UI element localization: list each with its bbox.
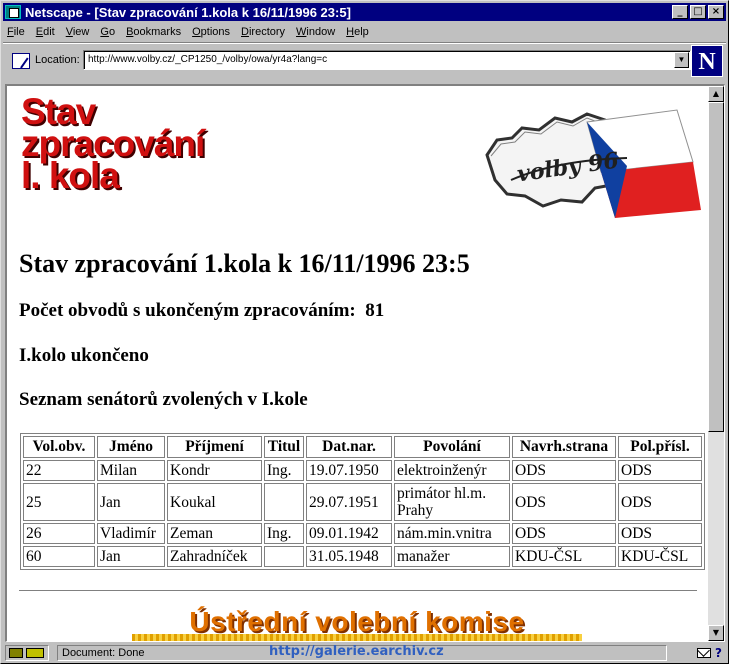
col-povolani: Povolání xyxy=(394,436,510,458)
cell-jmeno: Vladimír xyxy=(97,523,165,544)
cell-povolani: manažer xyxy=(394,546,510,567)
senators-list-title: Seznam senátorů zvolených v I.kole xyxy=(19,389,308,410)
cell-dat-nar: 31.05.1948 xyxy=(306,546,392,567)
cell-vol-obv: 22 xyxy=(23,460,95,481)
mail-icon[interactable] xyxy=(697,648,712,658)
cell-dat-nar: 29.07.1951 xyxy=(306,483,392,521)
location-url-text: http://www.volby.cz/_CP1250_/volby/owa/y… xyxy=(88,54,328,65)
cell-prijmeni: Zeman xyxy=(167,523,262,544)
cell-navrh-strana: ODS xyxy=(512,460,616,481)
round-status: I.kolo ukončeno xyxy=(19,345,149,366)
obvody-value: 81 xyxy=(365,300,385,321)
obvody-label: Počet obvodů s ukončeným zpracováním: xyxy=(19,300,356,321)
col-prijmeni: Příjmení xyxy=(167,436,262,458)
help-icon[interactable]: ? xyxy=(715,646,722,660)
page-content: Stav zpracování l. kola volby 96 Stav zp… xyxy=(5,84,725,642)
senators-table: Vol.obv. Jméno Příjmení Titul Dat.nar. P… xyxy=(20,433,705,570)
netscape-window: Netscape - [Stav zpracování 1.kola k 16/… xyxy=(0,0,729,664)
cell-pol-prisl: KDU-ČSL xyxy=(618,546,702,567)
close-button[interactable]: × xyxy=(708,5,724,19)
cell-povolani: nám.min.vnitra xyxy=(394,523,510,544)
table-row: 60 Jan Zahradníček 31.05.1948 manažer KD… xyxy=(23,546,702,567)
cell-navrh-strana: ODS xyxy=(512,483,616,521)
menu-edit[interactable]: Edit xyxy=(36,23,55,41)
scroll-thumb[interactable] xyxy=(708,102,724,432)
cell-pol-prisl: ODS xyxy=(618,483,702,521)
location-url-input[interactable]: http://www.volby.cz/_CP1250_/volby/owa/y… xyxy=(83,50,691,70)
location-bar: Location: http://www.volby.cz/_CP1250_/v… xyxy=(3,45,726,83)
netscape-throbber-logo[interactable]: N xyxy=(691,45,723,77)
scroll-up-button[interactable]: ▲ xyxy=(708,86,724,102)
cell-vol-obv: 25 xyxy=(23,483,95,521)
cell-jmeno: Jan xyxy=(97,483,165,521)
obvody-line: Počet obvodů s ukončeným zpracováním: 81 xyxy=(19,300,384,322)
status-tray: ? xyxy=(672,645,722,661)
menu-view[interactable]: View xyxy=(66,23,90,41)
col-pol-prisl: Pol.přísl. xyxy=(618,436,702,458)
scroll-down-button[interactable]: ▼ xyxy=(708,625,724,641)
minimize-button[interactable]: _ xyxy=(672,5,688,19)
cell-povolani: primátor hl.m. Prahy xyxy=(394,483,510,521)
stav-zpracovani-logo: Stav zpracování l. kola xyxy=(21,93,205,196)
footer-banner-link[interactable]: Ústřední volební komise xyxy=(132,604,582,641)
cell-dat-nar: 19.07.1950 xyxy=(306,460,392,481)
col-vol-obv: Vol.obv. xyxy=(23,436,95,458)
title-bar[interactable]: Netscape - [Stav zpracování 1.kola k 16/… xyxy=(3,3,726,21)
cell-titul xyxy=(264,483,304,521)
location-dropdown-button[interactable]: ▼ xyxy=(674,52,689,68)
cell-povolani: elektroinženýr xyxy=(394,460,510,481)
cell-jmeno: Jan xyxy=(97,546,165,567)
menu-help[interactable]: Help xyxy=(346,23,369,41)
table-row: 22 Milan Kondr Ing. 19.07.1950 elektroin… xyxy=(23,460,702,481)
menu-go[interactable]: Go xyxy=(100,23,115,41)
cell-jmeno: Milan xyxy=(97,460,165,481)
table-row: 25 Jan Koukal 29.07.1951 primátor hl.m. … xyxy=(23,483,702,521)
window-controls: _ □ × xyxy=(670,5,724,19)
menu-file[interactable]: File xyxy=(7,23,25,41)
cell-pol-prisl: ODS xyxy=(618,523,702,544)
cell-vol-obv: 26 xyxy=(23,523,95,544)
cell-navrh-strana: ODS xyxy=(512,523,616,544)
menu-bar: File Edit View Go Bookmarks Options Dire… xyxy=(5,23,375,41)
table-header-row: Vol.obv. Jméno Příjmení Titul Dat.nar. P… xyxy=(23,436,702,458)
security-key-icon[interactable] xyxy=(5,645,49,661)
cell-pol-prisl: ODS xyxy=(618,460,702,481)
horizontal-rule xyxy=(19,590,697,592)
cell-prijmeni: Koukal xyxy=(167,483,262,521)
cell-prijmeni: Kondr xyxy=(167,460,262,481)
cell-navrh-strana: KDU-ČSL xyxy=(512,546,616,567)
page-body: Stav zpracování l. kola volby 96 Stav zp… xyxy=(7,86,709,641)
col-titul: Titul xyxy=(264,436,304,458)
cell-titul: Ing. xyxy=(264,523,304,544)
menu-options[interactable]: Options xyxy=(192,23,230,41)
col-navrh-strana: Navrh.strana xyxy=(512,436,616,458)
col-dat-nar: Dat.nar. xyxy=(306,436,392,458)
cell-titul xyxy=(264,546,304,567)
logo-line-3: l. kola xyxy=(21,155,120,196)
cell-prijmeni: Zahradníček xyxy=(167,546,262,567)
vertical-scrollbar[interactable]: ▲ ▼ xyxy=(708,86,724,641)
cell-titul: Ing. xyxy=(264,460,304,481)
menu-window[interactable]: Window xyxy=(296,23,335,41)
cell-dat-nar: 09.01.1942 xyxy=(306,523,392,544)
menu-bookmarks[interactable]: Bookmarks xyxy=(126,23,181,41)
maximize-button[interactable]: □ xyxy=(690,5,706,19)
volby-96-logo: volby 96 xyxy=(485,109,701,218)
window-title: Netscape - [Stav zpracování 1.kola k 16/… xyxy=(25,4,351,20)
col-jmeno: Jméno xyxy=(97,436,165,458)
cell-vol-obv: 60 xyxy=(23,546,95,567)
menu-directory[interactable]: Directory xyxy=(241,23,285,41)
location-label: Location: xyxy=(35,54,80,66)
page-heading: Stav zpracování 1.kola k 16/11/1996 23:5 xyxy=(19,249,470,278)
bookmark-quickfile-icon[interactable] xyxy=(12,53,30,69)
banner-text: Ústřední volební komise xyxy=(189,606,525,637)
menu-separator xyxy=(3,42,726,44)
table-row: 26 Vladimír Zeman Ing. 09.01.1942 nám.mi… xyxy=(23,523,702,544)
netscape-app-icon[interactable] xyxy=(5,5,21,19)
watermark-url: http://galerie.earchiv.cz xyxy=(269,644,444,659)
